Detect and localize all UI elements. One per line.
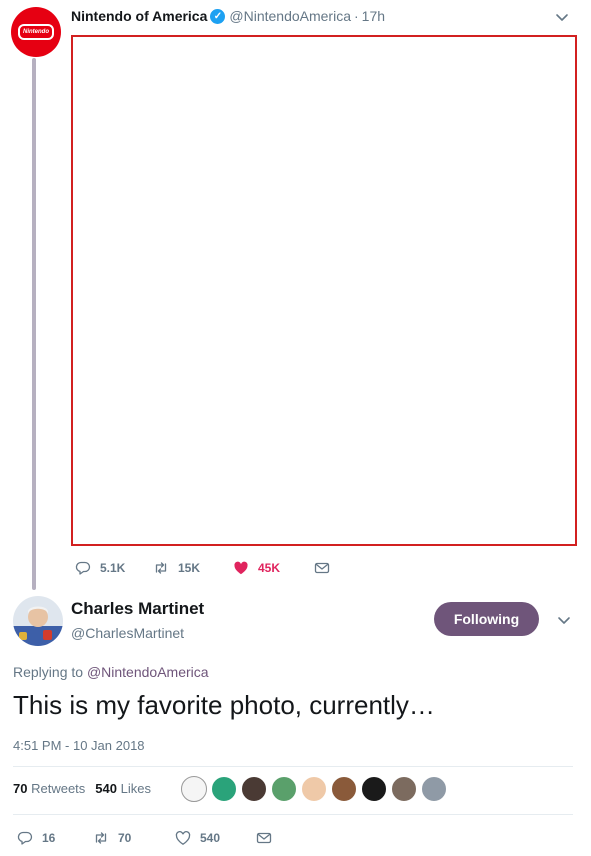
replying-to: Replying to @NintendoAmerica — [13, 664, 209, 680]
tweet-media[interactable] — [71, 35, 577, 546]
message-icon — [256, 832, 272, 844]
message-action[interactable] — [314, 560, 330, 576]
retweet-icon — [155, 562, 167, 574]
reply-count: 16 — [42, 831, 56, 845]
tweet-stats: 70 Retweets 540 Likes — [13, 781, 151, 796]
message-action[interactable] — [256, 830, 272, 846]
likes-stat-value: 540 — [95, 781, 117, 796]
reply-action[interactable]: 5.1K — [75, 560, 125, 576]
liker-avatar[interactable] — [181, 776, 207, 802]
liker-avatar[interactable] — [241, 776, 267, 802]
chevron-down-icon[interactable] — [555, 10, 569, 24]
tweet-actions: 16 70 540 — [17, 829, 277, 847]
header-separator: · — [354, 8, 359, 24]
tweet-text: This is my favorite photo, currently… — [13, 690, 435, 720]
reply-icon — [17, 831, 33, 845]
replying-to-link[interactable]: @NintendoAmerica — [87, 664, 209, 680]
reply-icon — [75, 561, 91, 575]
retweet-action[interactable]: 15K — [153, 560, 200, 576]
retweet-count: 70 — [118, 831, 132, 845]
avatar-photo — [13, 596, 63, 646]
divider — [13, 814, 573, 815]
nintendo-logo: Nintendo — [18, 24, 54, 40]
liker-avatar[interactable] — [271, 776, 297, 802]
like-action[interactable]: 540 — [175, 830, 220, 846]
replying-prefix: Replying to — [13, 664, 84, 680]
liker-avatar[interactable] — [361, 776, 387, 802]
heart-icon — [175, 831, 191, 845]
thread-line — [32, 58, 36, 590]
author-name[interactable]: Charles Martinet — [71, 599, 204, 619]
like-action[interactable]: 45K — [233, 560, 280, 576]
liker-avatar[interactable] — [391, 776, 417, 802]
likers-avatars — [181, 776, 451, 802]
verified-icon: ✓ — [210, 8, 226, 24]
message-icon — [314, 562, 330, 574]
tweet-header: Nintendo of America ✓ @NintendoAmerica ·… — [71, 8, 385, 24]
chevron-down-icon[interactable] — [557, 613, 571, 627]
author-handle[interactable]: @NintendoAmerica — [229, 8, 351, 24]
liker-avatar[interactable] — [211, 776, 237, 802]
reply-action[interactable]: 16 — [17, 830, 55, 846]
like-count: 45K — [258, 561, 281, 575]
divider — [13, 766, 573, 767]
retweet-count: 15K — [178, 561, 201, 575]
retweet-action[interactable]: 70 — [93, 830, 131, 846]
liker-avatar[interactable] — [301, 776, 327, 802]
author-avatar[interactable] — [13, 596, 63, 646]
retweet-icon — [95, 832, 107, 844]
reply-count: 5.1K — [100, 561, 126, 575]
retweets-stat-label: Retweets — [31, 781, 86, 796]
tweet-actions: 5.1K 15K 45K — [75, 559, 355, 577]
liker-avatar[interactable] — [331, 776, 357, 802]
liker-avatar[interactable] — [421, 776, 447, 802]
retweets-stat[interactable]: 70 Retweets — [13, 781, 85, 796]
author-name[interactable]: Nintendo of America — [71, 8, 207, 24]
retweets-stat-value: 70 — [13, 781, 28, 796]
likes-stat[interactable]: 540 Likes — [95, 781, 151, 796]
tweet-time[interactable]: 17h — [362, 8, 385, 24]
following-button[interactable]: Following — [434, 602, 539, 636]
likes-stat-label: Likes — [120, 781, 151, 796]
author-handle[interactable]: @CharlesMartinet — [71, 625, 184, 641]
heart-icon — [234, 561, 248, 575]
like-count: 540 — [200, 831, 221, 845]
nintendo-avatar[interactable]: Nintendo — [11, 7, 61, 57]
tweet-timestamp[interactable]: 4:51 PM - 10 Jan 2018 — [13, 738, 145, 753]
